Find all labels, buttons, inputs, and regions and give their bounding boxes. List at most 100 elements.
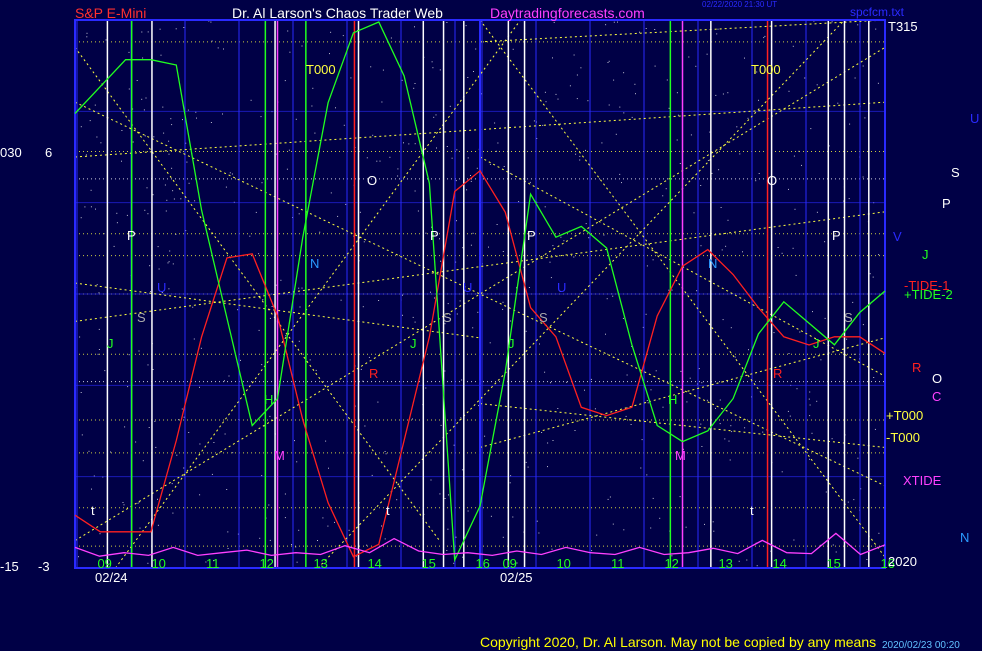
star-dot [862, 324, 864, 326]
star-dot [811, 432, 813, 434]
star-dot [853, 353, 855, 355]
star-dot [590, 378, 592, 380]
star-dot [730, 327, 732, 329]
star-dot [742, 251, 743, 253]
legend-label: +T000 [886, 408, 923, 423]
star-dot [877, 82, 879, 84]
star-dot [527, 466, 529, 468]
star-dot [165, 210, 167, 212]
star-dot [875, 28, 877, 30]
star-dot [444, 498, 446, 499]
star-dot [258, 329, 260, 331]
star-dot [113, 245, 115, 247]
star-dot [95, 208, 96, 210]
star-dot [727, 219, 729, 221]
star-dot [719, 399, 721, 401]
x-tick-label: 15 [421, 556, 435, 571]
star-dot [122, 502, 124, 503]
star-dot [237, 309, 239, 311]
star-dot [269, 539, 271, 541]
star-dot [612, 295, 614, 297]
star-dot [728, 440, 730, 442]
star-dot [337, 215, 339, 217]
star-dot [544, 206, 546, 208]
star-dot [211, 473, 213, 475]
star-dot [124, 426, 126, 428]
star-dot [470, 175, 471, 176]
star-dot [84, 206, 86, 208]
star-dot [541, 432, 543, 433]
star-dot [301, 45, 303, 47]
star-dot [439, 238, 440, 240]
star-dot [717, 28, 719, 30]
star-dot [224, 433, 226, 435]
star-dot [210, 21, 212, 23]
star-dot [330, 31, 332, 33]
star-dot [173, 198, 175, 200]
star-dot [462, 469, 464, 471]
star-dot [852, 301, 854, 303]
star-dot [555, 93, 557, 95]
star-dot [436, 147, 437, 149]
star-dot [402, 294, 403, 296]
star-dot [150, 291, 151, 293]
star-dot [621, 182, 622, 184]
star-dot [795, 274, 797, 276]
star-dot [701, 382, 703, 384]
star-dot [89, 120, 91, 122]
star-dot [327, 525, 329, 527]
star-dot [472, 232, 474, 234]
star-dot [613, 79, 615, 81]
star-dot [372, 134, 374, 136]
star-dot [439, 69, 441, 71]
y-axis-label: -15 [0, 559, 19, 574]
star-dot [335, 107, 336, 109]
star-dot [473, 71, 474, 72]
star-dot [188, 432, 190, 433]
star-dot [433, 116, 435, 118]
star-dot [489, 163, 491, 165]
star-dot [825, 491, 827, 493]
star-dot [136, 80, 138, 81]
star-dot [625, 415, 627, 417]
star-dot [104, 370, 106, 372]
star-dot [171, 483, 173, 485]
star-dot [607, 62, 609, 63]
star-dot [634, 83, 636, 85]
chart-label: U [463, 280, 472, 295]
star-dot [652, 259, 654, 261]
star-dot [792, 247, 794, 249]
star-dot [86, 36, 88, 38]
star-dot [502, 251, 504, 252]
site-link[interactable]: Daytradingforecasts.com [490, 5, 645, 21]
star-dot [128, 354, 130, 356]
star-dot [171, 167, 173, 169]
star-dot [495, 150, 497, 152]
chart-label: R [773, 366, 782, 381]
star-dot [138, 350, 140, 352]
star-dot [382, 69, 384, 71]
star-dot [269, 415, 271, 417]
star-dot [640, 467, 642, 469]
star-dot [149, 265, 151, 267]
star-dot [654, 29, 656, 30]
chart-label: U [157, 280, 166, 295]
date-label: 02/24 [95, 570, 128, 585]
star-dot [763, 37, 765, 39]
star-dot [467, 77, 469, 78]
star-dot [94, 104, 96, 106]
star-dot [158, 268, 160, 270]
star-dot [809, 415, 811, 417]
star-dot [80, 217, 82, 219]
star-dot [79, 336, 81, 338]
star-dot [193, 338, 195, 340]
star-dot [475, 48, 477, 50]
legend-label: -T000 [886, 430, 920, 445]
star-dot [719, 423, 721, 425]
star-dot [258, 253, 260, 255]
star-dot [849, 123, 851, 125]
legend-label: XTIDE [903, 473, 942, 488]
star-dot [552, 57, 553, 59]
star-dot [655, 370, 657, 372]
star-dot [490, 515, 492, 517]
